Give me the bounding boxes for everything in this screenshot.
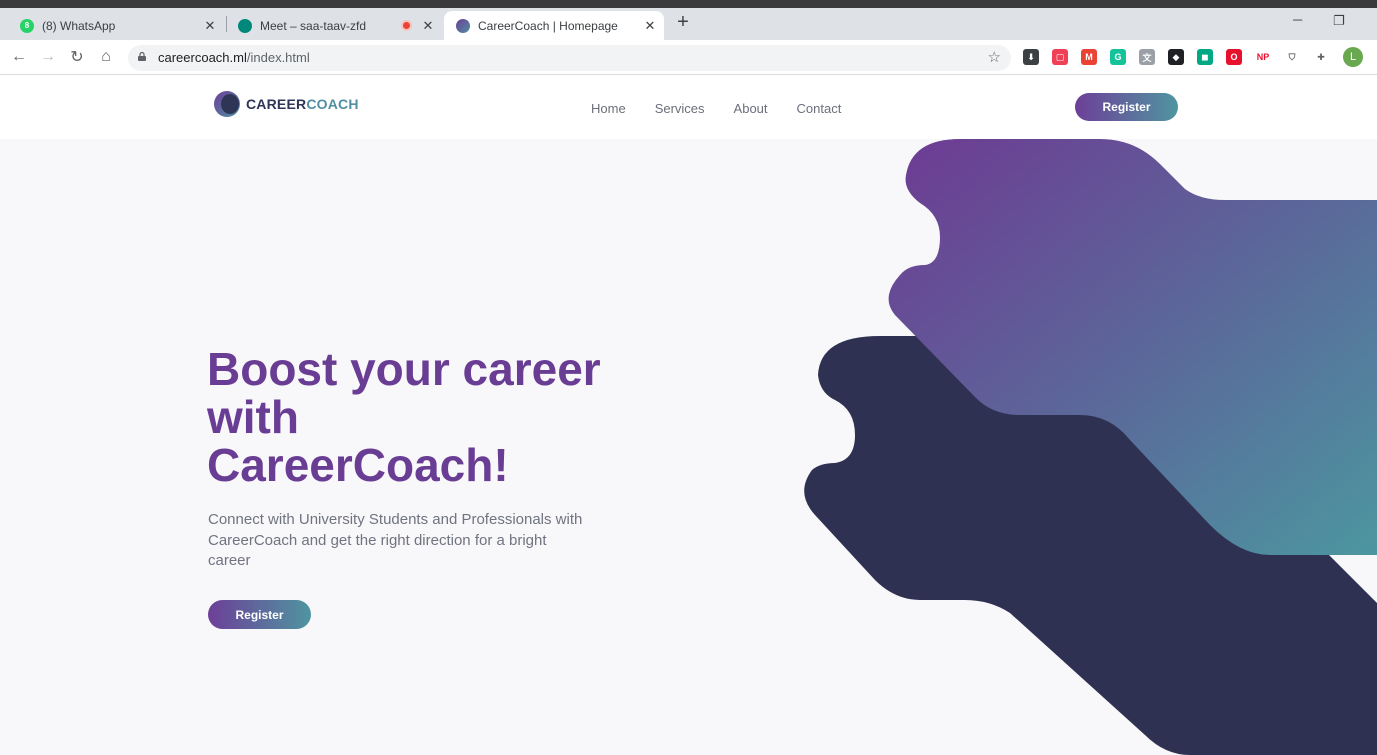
site-header: CAREERCOACH Home Services About Contact … xyxy=(0,75,1377,139)
download-ext-icon[interactable]: ⬇ xyxy=(1023,49,1039,65)
restore-icon[interactable]: ❐ xyxy=(1333,13,1345,29)
hero-register-button[interactable]: Register xyxy=(208,600,311,629)
nav-about[interactable]: About xyxy=(734,101,768,116)
nav-contact[interactable]: Contact xyxy=(797,101,842,116)
site-logo[interactable]: CAREERCOACH xyxy=(214,91,359,117)
privacy-ext-icon[interactable]: ⛉ xyxy=(1284,49,1300,65)
new-tab-button[interactable]: + xyxy=(672,11,694,33)
tab-careercoach[interactable]: CareerCoach | Homepage ✕ xyxy=(444,11,664,40)
meet-ext-icon[interactable]: ◼ xyxy=(1197,49,1213,65)
logo-text-career: CAREER xyxy=(246,96,307,112)
meet-icon xyxy=(238,18,252,33)
hero-subtitle: Connect with University Students and Pro… xyxy=(208,511,583,569)
url-path: /index.html xyxy=(246,50,310,65)
nav-home[interactable]: Home xyxy=(591,101,626,116)
tab-whatsapp[interactable]: 8 (8) WhatsApp ✕ xyxy=(10,11,224,40)
bookmark-star-icon[interactable]: ☆ xyxy=(988,48,1001,66)
recording-icon xyxy=(401,20,412,31)
close-tab-icon[interactable]: ✕ xyxy=(642,18,658,34)
hero-title: Boost your career with CareerCoach! xyxy=(207,343,601,491)
lock-icon xyxy=(138,52,146,61)
minimize-icon[interactable]: ─ xyxy=(1293,12,1302,27)
np-ext-icon[interactable]: NP xyxy=(1255,49,1271,65)
window-top-strip xyxy=(0,0,1377,8)
logo-text: CAREERCOACH xyxy=(246,96,359,112)
header-register-button[interactable]: Register xyxy=(1075,93,1178,121)
tab-meet[interactable]: Meet – saa-taav-zfd ✕ xyxy=(228,11,442,40)
forward-icon[interactable]: → xyxy=(37,46,59,68)
main-nav: Home Services About Contact xyxy=(591,101,841,116)
tab-title: (8) WhatsApp xyxy=(42,18,116,33)
opera-ext-icon[interactable]: O xyxy=(1226,49,1242,65)
browser-toolbar: ← → ↻ ⌂ careercoach.ml/index.html ☆ ⬇ ▢ M G… xyxy=(0,40,1377,75)
url-text: careercoach.ml/index.html xyxy=(158,50,310,65)
tab-bar: 8 (8) WhatsApp ✕ Meet – saa-taav-zfd ✕ C… xyxy=(0,8,1377,40)
translate-ext-icon[interactable]: 文 xyxy=(1139,49,1155,65)
whatsapp-icon: 8 xyxy=(20,18,34,33)
logo-mark-icon xyxy=(214,91,240,117)
nav-services[interactable]: Services xyxy=(655,101,705,116)
shield-badge-ext-icon[interactable]: ◆ xyxy=(1168,49,1184,65)
grammarly-ext-icon[interactable]: G xyxy=(1110,49,1126,65)
tab-title: CareerCoach | Homepage xyxy=(478,18,618,33)
profile-avatar[interactable]: L xyxy=(1343,47,1363,67)
close-tab-icon[interactable]: ✕ xyxy=(420,18,436,34)
url-host: careercoach.ml xyxy=(158,50,247,65)
puzzle-ext-icon[interactable]: ✚ xyxy=(1313,49,1329,65)
logo-text-coach: COACH xyxy=(306,96,359,112)
close-tab-icon[interactable]: ✕ xyxy=(202,18,218,34)
pocket-ext-icon[interactable]: ▢ xyxy=(1052,49,1068,65)
home-icon[interactable]: ⌂ xyxy=(95,46,117,68)
reload-icon[interactable]: ↻ xyxy=(66,46,88,68)
web-page: CAREERCOACH Home Services About Contact … xyxy=(0,75,1377,755)
back-icon[interactable]: ← xyxy=(8,46,30,68)
tab-title: Meet – saa-taav-zfd xyxy=(260,18,367,33)
gmail-ext-icon[interactable]: M xyxy=(1081,49,1097,65)
careercoach-icon xyxy=(456,18,470,33)
address-bar[interactable]: careercoach.ml/index.html ☆ xyxy=(128,45,1011,71)
tab-separator xyxy=(226,16,227,32)
